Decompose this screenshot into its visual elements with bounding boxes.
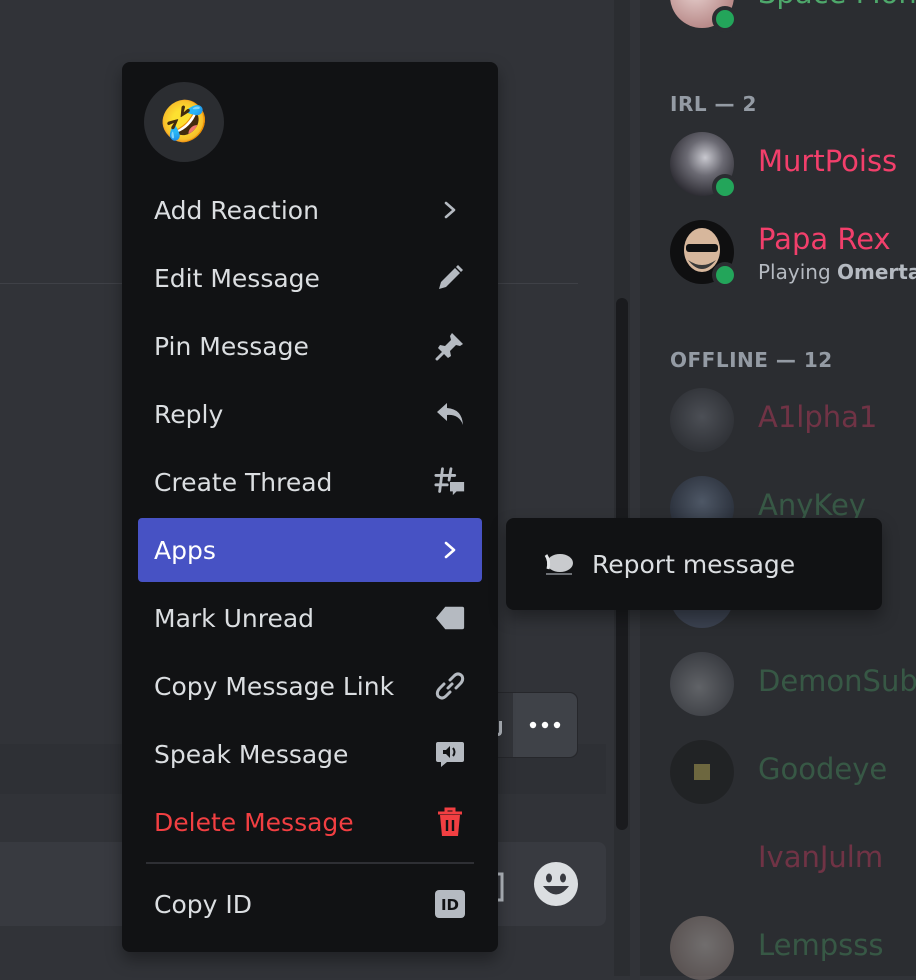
svg-text:ID: ID bbox=[441, 896, 459, 914]
member-name: Goodeye bbox=[758, 752, 888, 786]
reply-icon bbox=[434, 398, 466, 430]
menu-item-add-reaction[interactable]: Add Reaction bbox=[138, 178, 482, 242]
emoji-picker-icon[interactable] bbox=[533, 861, 579, 907]
apps-submenu: Report message bbox=[506, 518, 882, 610]
member-name: Space Mons bbox=[758, 0, 916, 10]
pin-icon bbox=[434, 330, 466, 362]
online-status-icon bbox=[712, 174, 738, 200]
menu-item-label: Pin Message bbox=[154, 331, 309, 361]
submenu-item-report-message[interactable]: Report message bbox=[522, 532, 866, 596]
avatar bbox=[670, 388, 734, 452]
activity-game: Omerta bbox=[837, 260, 916, 284]
chevron-right-icon bbox=[434, 194, 466, 226]
quick-reaction-button[interactable]: 🤣 bbox=[144, 82, 224, 162]
online-status-icon bbox=[712, 262, 738, 288]
activity-prefix: Playing bbox=[758, 260, 837, 284]
member-name: Lempsss bbox=[758, 928, 884, 962]
member-item[interactable]: IvanJulm bbox=[670, 828, 916, 892]
menu-item-label: Create Thread bbox=[154, 467, 333, 497]
member-item[interactable]: DemonSubi bbox=[670, 652, 916, 716]
member-item[interactable]: Goodeye bbox=[670, 740, 916, 804]
rofl-emoji-icon: 🤣 bbox=[159, 99, 209, 145]
member-activity: Playing Omerta bbox=[758, 260, 916, 284]
member-item[interactable]: MurtPoiss bbox=[670, 132, 916, 200]
menu-item-pin-message[interactable]: Pin Message bbox=[138, 314, 482, 378]
menu-item-label: Apps bbox=[154, 535, 216, 565]
menu-item-label: Delete Message bbox=[154, 807, 354, 837]
trash-icon bbox=[434, 806, 466, 838]
speak-icon bbox=[434, 738, 466, 770]
id-icon: ID bbox=[434, 888, 466, 920]
member-name: Papa Rex bbox=[758, 222, 891, 256]
menu-item-label: Mark Unread bbox=[154, 603, 315, 633]
menu-item-copy-message-link[interactable]: Copy Message Link bbox=[138, 654, 482, 718]
member-name: AnyKey bbox=[758, 488, 866, 522]
menu-item-edit-message[interactable]: Edit Message bbox=[138, 246, 482, 310]
menu-item-mark-unread[interactable]: Mark Unread bbox=[138, 586, 482, 650]
avatar bbox=[670, 740, 734, 804]
member-item[interactable]: Space Mons bbox=[670, 0, 916, 32]
avatar bbox=[670, 652, 734, 716]
more-options-button[interactable] bbox=[513, 693, 577, 757]
online-status-icon bbox=[712, 6, 738, 32]
menu-item-label: Reply bbox=[154, 399, 224, 429]
thread-icon bbox=[434, 466, 466, 498]
menu-item-label: Edit Message bbox=[154, 263, 320, 293]
member-section-header: OFFLINE — 12 bbox=[670, 348, 833, 372]
member-name: A1lpha1 bbox=[758, 400, 878, 434]
member-name: MurtPoiss bbox=[758, 144, 898, 178]
member-section-header: IRL — 2 bbox=[670, 92, 757, 116]
menu-item-label: Copy Message Link bbox=[154, 671, 395, 701]
member-item[interactable]: A1lpha1 bbox=[670, 388, 916, 452]
link-icon bbox=[434, 670, 466, 702]
menu-item-label: Speak Message bbox=[154, 739, 349, 769]
menu-item-copy-id[interactable]: Copy ID ID bbox=[138, 872, 482, 936]
menu-separator bbox=[146, 862, 474, 864]
mark-unread-icon bbox=[434, 602, 466, 634]
submenu-item-label: Report message bbox=[592, 549, 796, 579]
menu-item-label: Copy ID bbox=[154, 889, 252, 919]
more-dots-icon bbox=[529, 721, 561, 729]
menu-item-apps[interactable]: Apps bbox=[138, 518, 482, 582]
message-context-menu: 🤣 Add Reaction Edit Message Pin Message … bbox=[122, 62, 498, 952]
chevron-right-icon bbox=[434, 534, 466, 566]
menu-item-speak-message[interactable]: Speak Message bbox=[138, 722, 482, 786]
menu-item-create-thread[interactable]: Create Thread bbox=[138, 450, 482, 514]
menu-item-delete-message[interactable]: Delete Message bbox=[138, 790, 482, 854]
member-item[interactable]: Papa Rex Playing Omerta bbox=[670, 220, 916, 288]
member-name: DemonSubi bbox=[758, 664, 916, 698]
member-item[interactable]: Lempsss bbox=[670, 916, 916, 980]
member-name: IvanJulm bbox=[758, 840, 884, 874]
menu-item-reply[interactable]: Reply bbox=[138, 382, 482, 446]
menu-item-label: Add Reaction bbox=[154, 195, 319, 225]
app-avatar-icon bbox=[544, 554, 573, 575]
avatar bbox=[670, 916, 734, 980]
pencil-icon bbox=[434, 262, 466, 294]
